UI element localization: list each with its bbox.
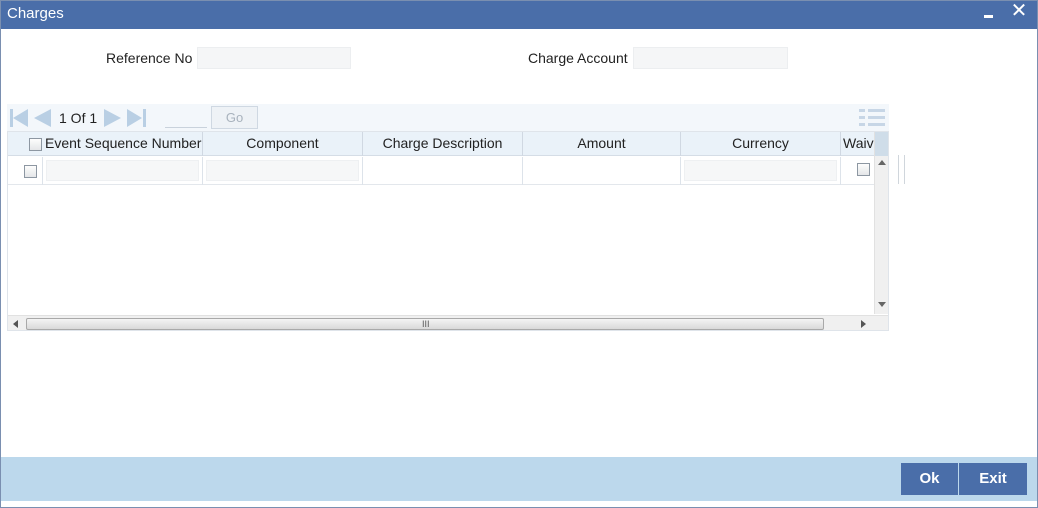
- column-header-charge-description[interactable]: Charge Description: [363, 132, 523, 156]
- waived-cell: [841, 157, 874, 185]
- charge-account-field[interactable]: [633, 47, 788, 69]
- select-all-checkbox[interactable]: [29, 138, 42, 151]
- page-number-input[interactable]: [165, 107, 207, 128]
- footer-bar: Ok Exit: [1, 457, 1037, 501]
- scroll-left-icon[interactable]: [13, 320, 18, 328]
- window-title: Charges: [7, 5, 64, 22]
- waived-checkbox[interactable]: [857, 163, 870, 176]
- first-page-icon[interactable]: [9, 108, 29, 128]
- reference-no-label: Reference No: [106, 50, 193, 66]
- horizontal-scrollbar[interactable]: III: [8, 315, 888, 330]
- grid-navigation-bar: 1 Of 1 Go: [7, 104, 889, 131]
- event-sequence-number-cell: [43, 157, 203, 185]
- row-select-checkbox[interactable]: [24, 165, 37, 178]
- column-header-event-sequence-number[interactable]: Event Sequence Number: [43, 132, 203, 156]
- minimize-icon[interactable]: [982, 7, 996, 21]
- next-page-icon[interactable]: [103, 108, 123, 128]
- grid-overflow-edge: [898, 155, 905, 184]
- row-select-cell: [8, 157, 43, 185]
- charge-account-label: Charge Account: [528, 50, 628, 66]
- event-sequence-number-input[interactable]: [46, 160, 199, 181]
- scroll-right-icon[interactable]: [861, 320, 866, 328]
- select-all-cell: [8, 132, 43, 156]
- currency-cell: [681, 157, 841, 185]
- column-header-waived[interactable]: Waiv: [841, 132, 874, 156]
- horizontal-scroll-thumb[interactable]: III: [26, 318, 824, 330]
- charges-grid: Event Sequence Number Component Charge D…: [7, 131, 889, 331]
- component-input[interactable]: [206, 160, 359, 181]
- last-page-icon[interactable]: [127, 108, 147, 128]
- charge-description-cell[interactable]: [363, 157, 523, 185]
- vertical-scrollbar-header: [875, 132, 888, 156]
- close-icon[interactable]: ✕: [1009, 1, 1029, 23]
- column-header-amount[interactable]: Amount: [523, 132, 681, 156]
- title-bar: Charges ✕: [1, 1, 1037, 29]
- column-header-currency[interactable]: Currency: [681, 132, 841, 156]
- page-info: 1 Of 1: [59, 110, 98, 126]
- list-view-icon[interactable]: [859, 107, 885, 129]
- grip-icon: III: [422, 319, 430, 329]
- previous-page-icon[interactable]: [32, 108, 52, 128]
- go-button[interactable]: Go: [211, 106, 258, 129]
- scroll-down-icon[interactable]: [878, 302, 886, 307]
- vertical-scrollbar[interactable]: [874, 132, 888, 314]
- component-cell: [203, 157, 363, 185]
- exit-button[interactable]: Exit: [959, 463, 1027, 495]
- scroll-up-icon[interactable]: [878, 160, 886, 165]
- charges-window: Charges ✕ Reference No Charge Account 1 …: [0, 0, 1038, 508]
- column-header-component[interactable]: Component: [203, 132, 363, 156]
- currency-input[interactable]: [684, 160, 837, 181]
- reference-no-field[interactable]: [197, 47, 351, 69]
- table-row: [8, 157, 874, 185]
- amount-cell[interactable]: [523, 157, 681, 185]
- grid-header: Event Sequence Number Component Charge D…: [8, 132, 874, 156]
- ok-button[interactable]: Ok: [901, 463, 958, 495]
